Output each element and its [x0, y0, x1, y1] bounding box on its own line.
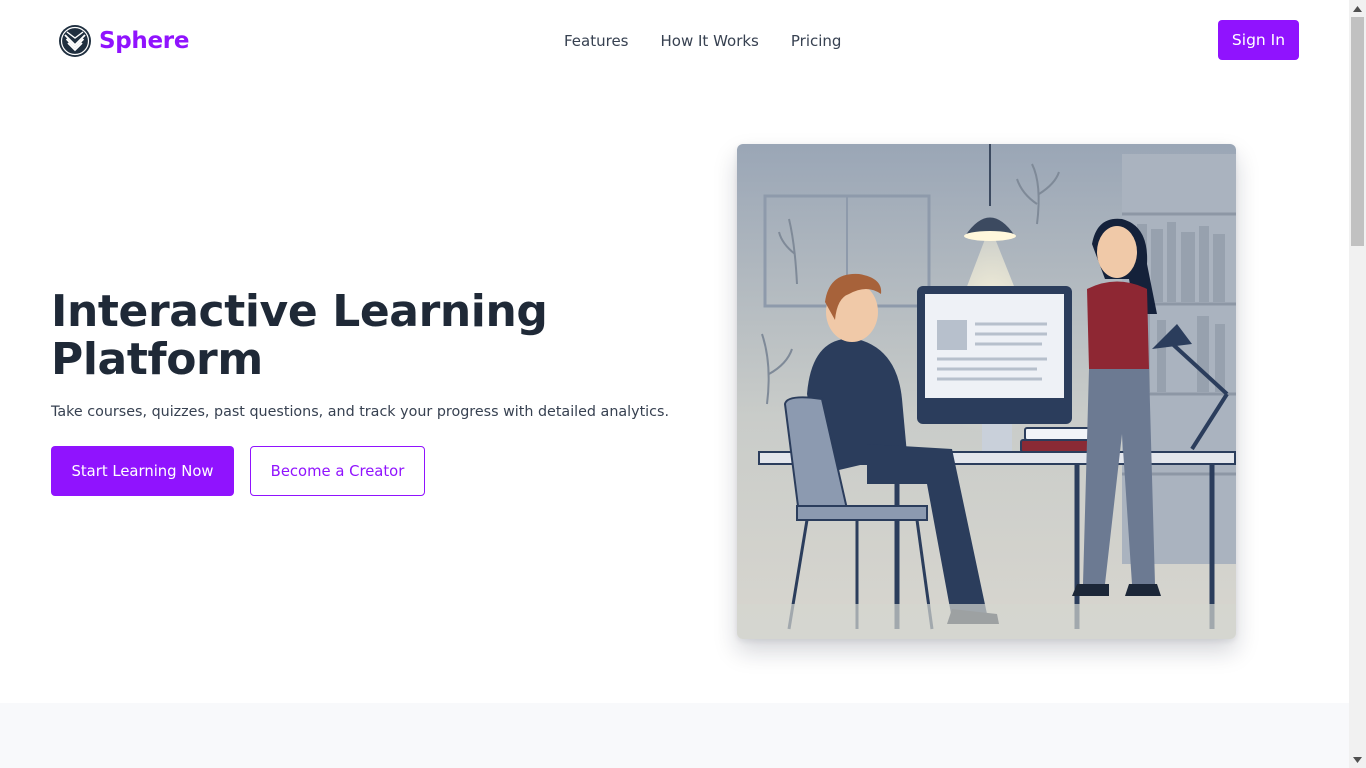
- sphere-logo-icon: [59, 25, 91, 57]
- page-scrollbar[interactable]: [1349, 0, 1366, 768]
- scroll-up-arrow-icon[interactable]: [1349, 0, 1366, 17]
- hero-subtitle: Take courses, quizzes, past questions, a…: [51, 404, 670, 420]
- hero-title: Interactive Learning Platform: [51, 286, 548, 385]
- nav-link-pricing[interactable]: Pricing: [791, 31, 842, 51]
- start-learning-button[interactable]: Start Learning Now: [51, 446, 234, 496]
- scroll-down-arrow-icon[interactable]: [1349, 751, 1366, 768]
- brand-name: Sphere: [99, 28, 190, 54]
- two-people-at-computer-illustration: [737, 144, 1236, 639]
- hero-illustration: [737, 144, 1236, 639]
- main-nav: Features How It Works Pricing: [564, 31, 841, 51]
- site-header: Sphere Features How It Works Pricing Sig…: [0, 0, 1349, 82]
- features-section-top: [0, 703, 1349, 768]
- landing-page: Sphere Features How It Works Pricing Sig…: [0, 0, 1349, 768]
- sign-in-button[interactable]: Sign In: [1218, 20, 1299, 60]
- become-creator-button[interactable]: Become a Creator: [250, 446, 425, 496]
- scrollbar-thumb[interactable]: [1351, 17, 1364, 246]
- brand-logo-link[interactable]: Sphere: [58, 24, 189, 58]
- nav-link-features[interactable]: Features: [564, 31, 629, 51]
- nav-link-how-it-works[interactable]: How It Works: [661, 31, 759, 51]
